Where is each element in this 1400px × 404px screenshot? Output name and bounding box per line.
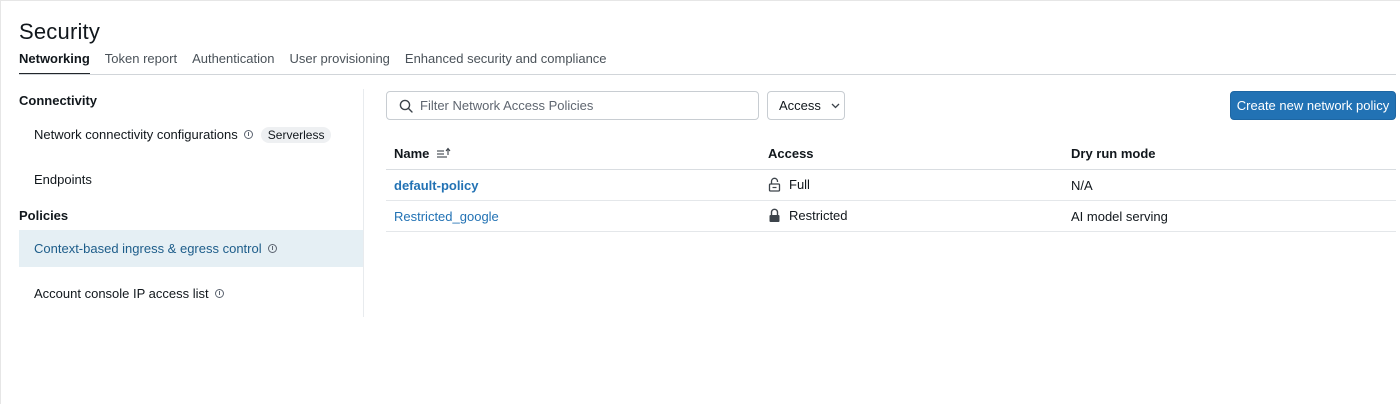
locked-icon <box>769 208 780 222</box>
sidebar-heading-connectivity: Connectivity <box>19 93 98 108</box>
tab-enhanced-security[interactable]: Enhanced security and compliance <box>405 51 607 75</box>
sidebar-item-network-connectivity[interactable]: Network connectivity configurations Serv… <box>19 116 363 153</box>
policies-table: Name Access Dry run mode default-policy <box>386 138 1396 232</box>
table-header: Name Access Dry run mode <box>386 138 1396 170</box>
search-icon <box>399 99 413 113</box>
dry-run-value: N/A <box>1071 178 1093 193</box>
column-header-access: Access <box>768 146 814 161</box>
create-network-policy-button[interactable]: Create new network policy <box>1230 91 1396 120</box>
sidebar-item-context-based-control[interactable]: Context-based ingress & egress control <box>19 230 363 267</box>
access-cell: Full <box>768 177 810 192</box>
access-filter-label: Access <box>779 98 821 113</box>
tab-bar-divider <box>19 74 1396 75</box>
sidebar-item-label: Endpoints <box>34 172 92 187</box>
tab-user-provisioning[interactable]: User provisioning <box>289 51 389 75</box>
serverless-badge: Serverless <box>260 126 332 143</box>
sidebar-item-label: Context-based ingress & egress control <box>34 241 262 256</box>
dry-run-value: AI model serving <box>1071 209 1168 224</box>
column-header-dry-run: Dry run mode <box>1071 146 1156 161</box>
column-header-name[interactable]: Name <box>394 146 451 161</box>
tab-authentication[interactable]: Authentication <box>192 51 274 75</box>
sidebar-item-endpoints[interactable]: Endpoints <box>19 161 363 198</box>
sort-ascending-icon[interactable] <box>436 147 451 159</box>
tab-bar: Networking Token report Authentication U… <box>19 51 622 75</box>
search-input[interactable] <box>420 98 740 113</box>
info-icon <box>243 130 253 139</box>
sidebar-heading-policies: Policies <box>19 208 69 223</box>
access-filter-dropdown[interactable]: Access <box>767 91 845 120</box>
table-row: Restricted_google Restricted AI model se… <box>386 201 1396 232</box>
app-frame: Security Networking Token report Authent… <box>0 0 1400 404</box>
info-icon <box>214 289 224 298</box>
sidebar-item-label: Network connectivity configurations <box>34 127 238 142</box>
chevron-down-icon <box>831 103 840 108</box>
table-row: default-policy Full N/A <box>386 170 1396 201</box>
policy-name-link[interactable]: default-policy <box>394 178 479 193</box>
tab-token-report[interactable]: Token report <box>105 51 177 75</box>
page-title: Security <box>19 19 101 44</box>
access-cell: Restricted <box>768 208 848 223</box>
policy-name-link[interactable]: Restricted_google <box>394 209 499 224</box>
sidebar-item-label: Account console IP access list <box>34 286 209 301</box>
info-icon <box>267 244 277 253</box>
access-value: Full <box>789 177 810 192</box>
search-box[interactable] <box>386 91 759 120</box>
access-value: Restricted <box>789 208 848 223</box>
sidebar-item-ip-access-list[interactable]: Account console IP access list <box>19 275 363 312</box>
unlocked-icon <box>768 177 781 192</box>
tab-networking[interactable]: Networking <box>19 51 90 75</box>
sidebar: Connectivity Network connectivity config… <box>19 89 364 317</box>
